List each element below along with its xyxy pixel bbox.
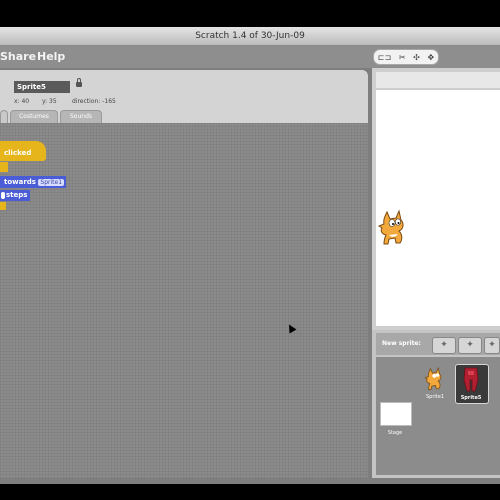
tab-sounds[interactable]: Sounds <box>60 110 102 123</box>
random-sprite-button[interactable]: ✦ <box>484 337 500 354</box>
stage-thumbnail[interactable] <box>380 402 412 426</box>
stamp-tool-icon[interactable]: ⊏⊐ <box>378 53 391 62</box>
tab-scripts[interactable] <box>0 110 8 123</box>
sprite5-thumbnail-image <box>463 367 479 392</box>
grow-tool-icon[interactable]: ✣ <box>413 53 420 62</box>
sprite5-label: Sprite5 <box>460 395 482 401</box>
stage-thumbnail-label: Stage <box>387 430 403 436</box>
sprite1-label: Sprite1 <box>425 394 444 400</box>
window-title: Scratch 1.4 of 30-Jun-09 <box>195 31 305 41</box>
sprite-x: x: 40 <box>14 98 30 105</box>
tab-costumes[interactable]: Costumes <box>10 110 58 123</box>
menu-help[interactable]: Help <box>37 46 65 68</box>
stage-toolbar: ⊏⊐ ✂ ✣ ✥ <box>373 49 439 65</box>
lock-icon[interactable] <box>76 78 82 87</box>
cat-sprite-on-stage[interactable] <box>377 208 411 248</box>
sprite1-thumbnail[interactable] <box>424 366 446 392</box>
new-sprite-label: New sprite: <box>382 340 421 347</box>
sprite-y: y: 35 <box>42 98 57 105</box>
point-towards-text: towards <box>4 178 36 186</box>
shrink-tool-icon[interactable]: ✥ <box>427 53 434 62</box>
control-block-stub[interactable] <box>0 162 8 172</box>
choose-sprite-file-button[interactable]: ✦ <box>458 337 482 354</box>
stage-header <box>376 72 500 88</box>
menu-share[interactable]: Share <box>0 46 36 68</box>
point-towards-target[interactable]: Sprite1 <box>38 179 65 186</box>
move-steps-text: steps <box>6 191 28 199</box>
steps-input[interactable] <box>1 192 5 199</box>
cut-tool-icon[interactable]: ✂ <box>399 53 406 62</box>
sprite-name-field[interactable]: Sprite5 <box>14 81 70 93</box>
when-clicked-text: clicked <box>4 149 32 157</box>
sprite-direction: direction: -165 <box>72 98 116 105</box>
screen: { "window": { "title": "Scratch 1.4 of 3… <box>0 0 500 500</box>
when-flag-clicked-block[interactable]: clicked <box>0 141 46 161</box>
point-towards-block[interactable]: towards Sprite1 <box>0 176 66 188</box>
control-block-end[interactable] <box>0 202 6 210</box>
window-titlebar: Scratch 1.4 of 30-Jun-09 <box>0 27 500 46</box>
paint-new-sprite-button[interactable]: ✦ <box>432 337 456 354</box>
